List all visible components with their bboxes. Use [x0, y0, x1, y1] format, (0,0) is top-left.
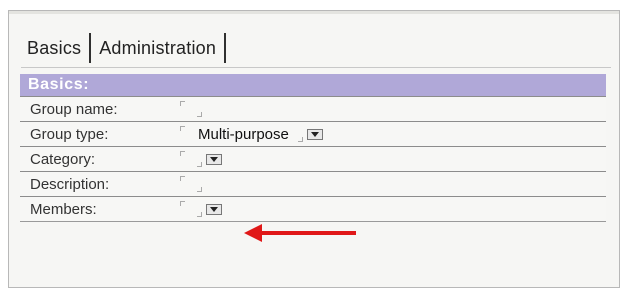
- basics-panel: Basics: Group name: Group type: Multi-pu…: [20, 74, 606, 222]
- field-row-group-type: Group type: Multi-purpose: [20, 121, 606, 146]
- tab-separator: [89, 33, 92, 63]
- field-row-members: Members:: [20, 196, 606, 221]
- chevron-down-icon: [210, 156, 218, 162]
- category-dropdown-button[interactable]: [206, 153, 222, 165]
- members-dropdown-button[interactable]: [206, 203, 222, 215]
- group-type-field[interactable]: Multi-purpose: [180, 122, 323, 146]
- group-type-dropdown-button[interactable]: [306, 128, 323, 140]
- window-top-edge: [9, 11, 619, 14]
- input-corner-marker: [180, 149, 202, 169]
- input-corner-marker: [180, 174, 202, 194]
- tab-bar: Basics Administration: [21, 31, 228, 65]
- category-field[interactable]: [180, 147, 222, 171]
- field-label: Group name:: [30, 101, 118, 118]
- chevron-down-icon: [210, 206, 218, 212]
- field-row-category: Category:: [20, 146, 606, 171]
- field-label: Description:: [30, 176, 110, 193]
- input-corner-marker: [295, 124, 303, 144]
- chevron-down-icon: [310, 131, 319, 137]
- field-row-group-name: Group name:: [20, 96, 606, 121]
- input-corner-marker: [180, 124, 202, 144]
- tab-separator: [224, 33, 227, 63]
- tab-administration[interactable]: Administration: [93, 34, 222, 63]
- description-field[interactable]: [180, 172, 202, 196]
- tab-basics[interactable]: Basics: [21, 34, 87, 63]
- section-header: Basics:: [20, 74, 606, 96]
- red-arrow-icon: [244, 224, 356, 242]
- input-corner-marker: [180, 99, 202, 119]
- field-label: Members:: [30, 201, 97, 218]
- field-label: Group type:: [30, 126, 109, 143]
- tab-divider: [21, 67, 611, 68]
- group-type-value: Multi-purpose: [198, 125, 289, 143]
- field-label: Category:: [30, 151, 96, 168]
- input-corner-marker: [180, 199, 202, 219]
- members-field[interactable]: [180, 197, 222, 221]
- group-name-field[interactable]: [180, 97, 202, 121]
- field-row-description: Description:: [20, 171, 606, 196]
